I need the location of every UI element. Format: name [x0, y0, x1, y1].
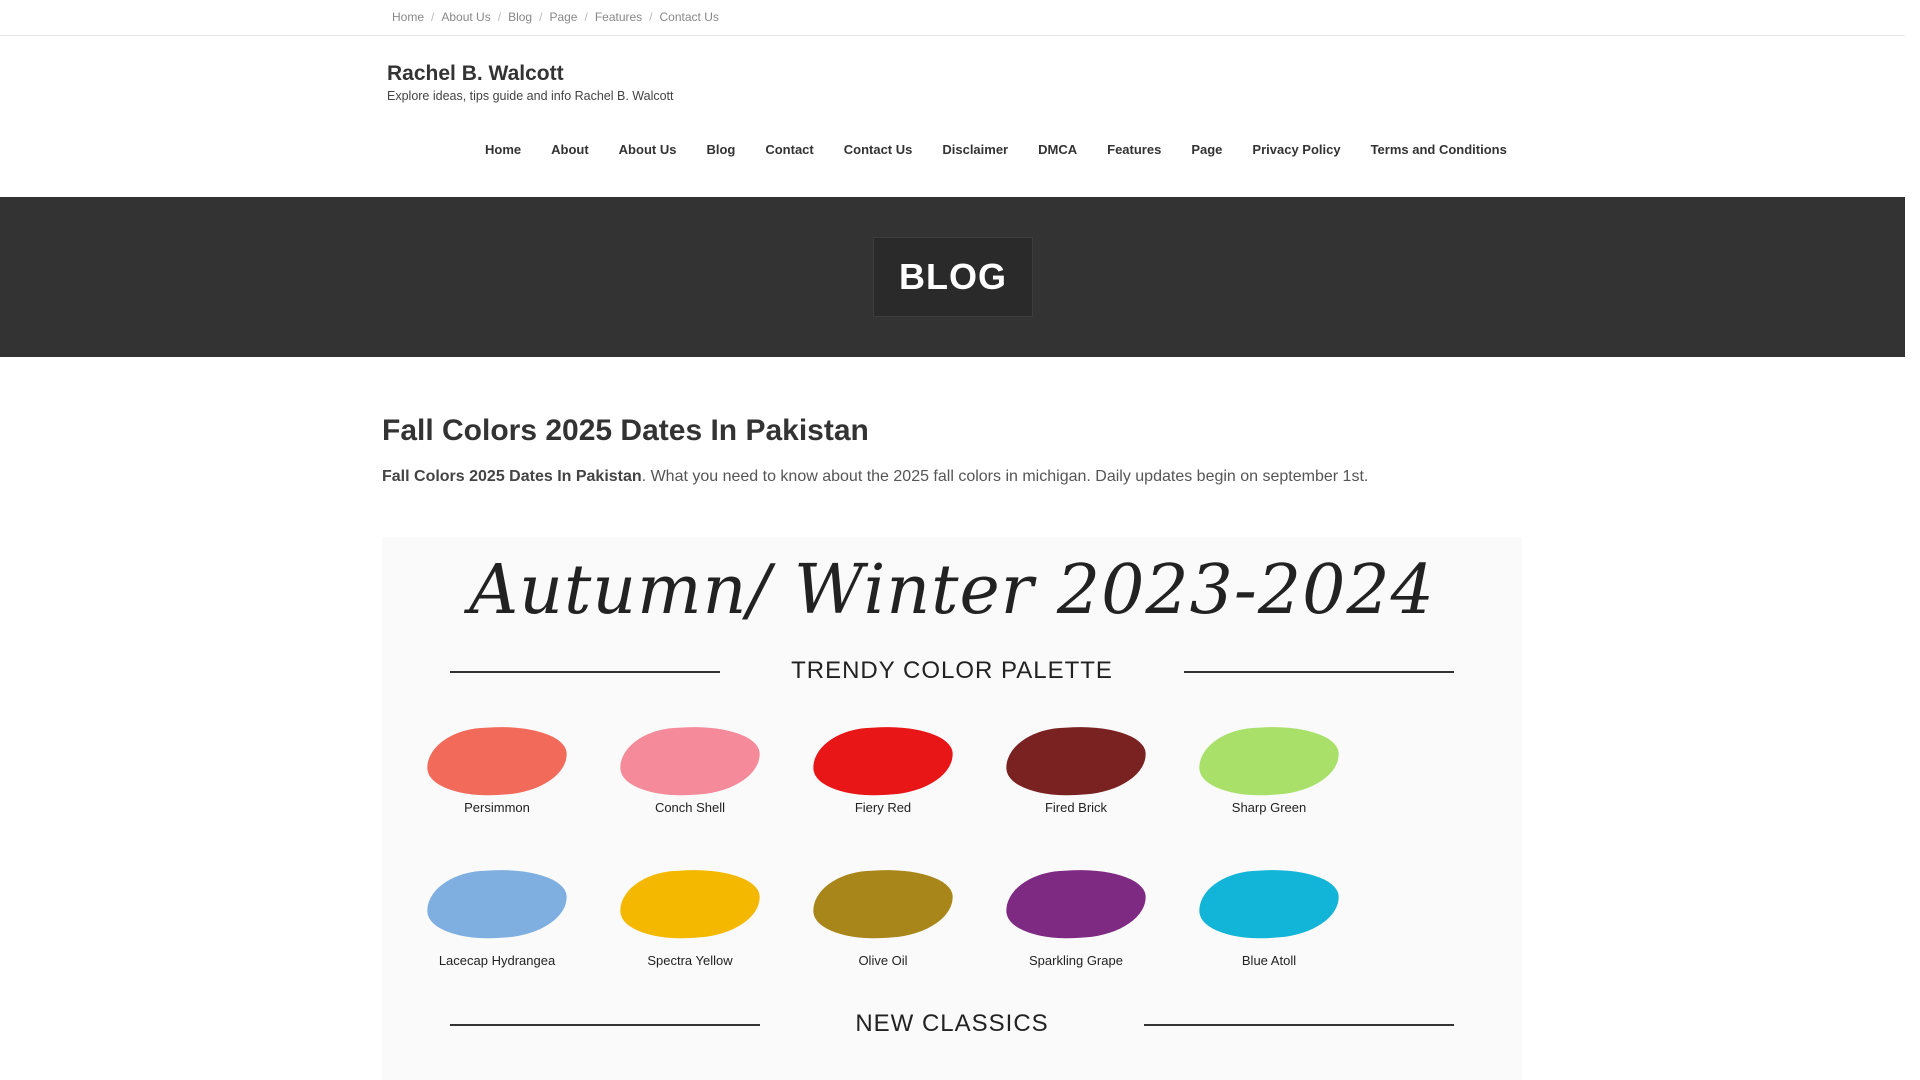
nav-blog[interactable]: Blog: [691, 140, 750, 160]
nav-page[interactable]: Page: [1176, 140, 1237, 160]
separator: /: [497, 10, 502, 24]
article-image: Autumn/ Winter 2023-2024 TRENDY COLOR PA…: [382, 537, 1522, 1080]
top-links: Home / About Us / Blog / Page / Features / Co…: [387, 10, 724, 24]
nav-contact[interactable]: Contact: [750, 140, 828, 160]
color-swatch: [1196, 865, 1342, 943]
article: Fall Colors 2025 Dates In Pakistan Fall …: [382, 414, 1522, 486]
nav-about[interactable]: About: [536, 140, 604, 160]
nav-about-us[interactable]: About Us: [604, 140, 692, 160]
color-swatch-label: Conch Shell: [654, 800, 726, 815]
color-swatch-label: Persimmon: [464, 800, 530, 815]
top-link-contact-us[interactable]: Contact Us: [655, 10, 724, 24]
nav-contact-us[interactable]: Contact Us: [829, 140, 928, 160]
top-link-page[interactable]: Page: [544, 10, 582, 24]
main-navigation: Home About About Us Blog Contact Contact…: [470, 140, 1522, 160]
top-link-features[interactable]: Features: [590, 10, 647, 24]
site-branding: Rachel B. Walcott Explore ideas, tips gu…: [387, 62, 674, 103]
top-link-about-us[interactable]: About Us: [436, 10, 495, 24]
nav-dmca[interactable]: DMCA: [1023, 140, 1092, 160]
color-swatch: [617, 865, 763, 943]
nav-home[interactable]: Home: [470, 140, 536, 160]
top-link-blog[interactable]: Blog: [503, 10, 537, 24]
color-swatch: [424, 865, 570, 943]
article-title: Fall Colors 2025 Dates In Pakistan: [382, 414, 869, 447]
hero-label: BLOG: [899, 256, 1007, 297]
separator: /: [649, 10, 653, 24]
top-link-home[interactable]: Home: [387, 10, 429, 24]
color-swatch-label: Lacecap Hydrangea: [438, 953, 556, 968]
color-swatch-label: Sharp Green: [1231, 800, 1307, 815]
color-swatch-label: Fired Brick: [1044, 800, 1108, 815]
color-swatch: [810, 865, 956, 943]
site-tagline: Explore ideas, tips guide and info Rache…: [387, 89, 674, 103]
divider-line: [1144, 1024, 1454, 1026]
page-hero: BLOG: [0, 197, 1905, 357]
color-swatch: [810, 722, 956, 800]
article-lead-bold: Fall Colors 2025 Dates In Pakistan: [382, 468, 642, 485]
color-swatch-label: Sparkling Grape: [1029, 953, 1123, 968]
color-swatch: [617, 722, 763, 800]
separator: /: [584, 10, 588, 24]
separator: /: [431, 10, 435, 24]
color-swatch-label: Blue Atoll: [1241, 953, 1297, 968]
article-lead: Fall Colors 2025 Dates In Pakistan. What…: [382, 468, 1522, 486]
color-swatch: [424, 722, 570, 800]
color-swatch-label: Fiery Red: [854, 800, 912, 815]
color-swatch: [1003, 865, 1149, 943]
nav-terms-and-conditions[interactable]: Terms and Conditions: [1356, 140, 1522, 160]
color-swatch-label: Spectra Yellow: [647, 953, 733, 968]
top-bar: Home / About Us / Blog / Page / Features / Co…: [0, 0, 1905, 36]
color-swatch: [1003, 722, 1149, 800]
separator: /: [539, 10, 543, 24]
nav-disclaimer[interactable]: Disclaimer: [927, 140, 1023, 160]
article-lead-text: . What you need to know about the 2025 f…: [641, 468, 1369, 485]
color-swatch-label: Olive Oil: [858, 953, 908, 968]
nav-privacy-policy[interactable]: Privacy Policy: [1237, 140, 1355, 160]
color-swatch: [1196, 722, 1342, 800]
image-title: Autumn/ Winter 2023-2024: [469, 551, 1435, 630]
hero-label-box: BLOG: [873, 237, 1033, 317]
divider-line: [1184, 671, 1454, 673]
site-title[interactable]: Rachel B. Walcott: [387, 62, 674, 86]
nav-features[interactable]: Features: [1092, 140, 1176, 160]
